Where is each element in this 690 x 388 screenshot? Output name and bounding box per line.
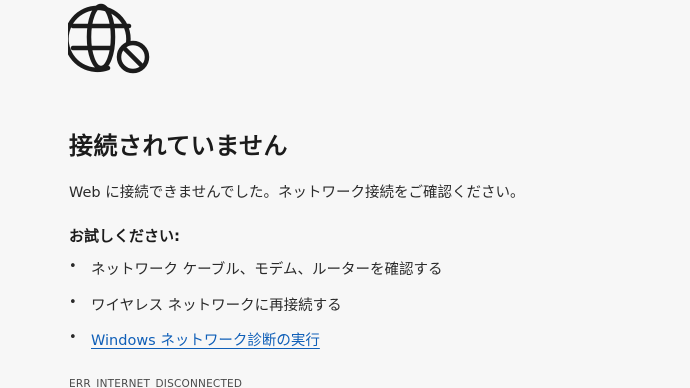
globe-blocked-icon [68, 3, 150, 74]
error-page: 接続されていません Web に接続できませんでした。ネットワーク接続をご確認くだ… [0, 0, 690, 388]
error-code: ERR_INTERNET_DISCONNECTED [69, 378, 243, 388]
bullet-icon: • [69, 259, 77, 274]
network-diagnostics-link[interactable]: Windows ネットワーク診断の実行 [91, 329, 320, 350]
error-message: Web に接続できませんでした。ネットワーク接続をご確認ください。 [69, 185, 525, 201]
suggestion-text: ワイヤレス ネットワークに再接続する [91, 297, 342, 314]
try-heading: お試しください: [69, 227, 180, 245]
page-title: 接続されていません [69, 132, 289, 160]
bullet-icon: • [69, 330, 77, 345]
bullet-icon: • [69, 294, 77, 310]
suggestion-text: ネットワーク ケーブル、モデム、ルーターを確認する [91, 262, 443, 278]
